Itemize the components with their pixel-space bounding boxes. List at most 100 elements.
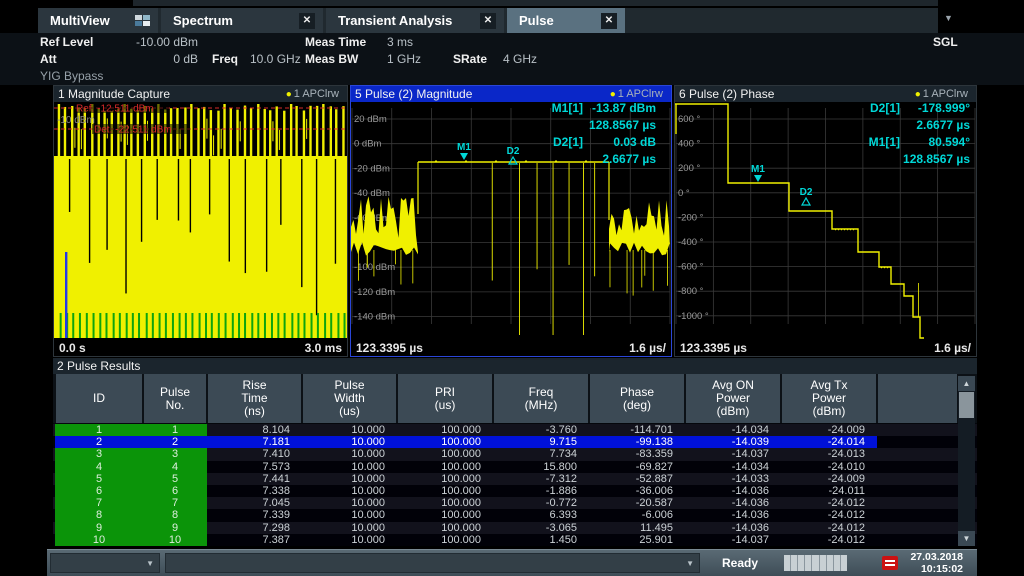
meas-bw-label: Meas BW bbox=[305, 52, 358, 66]
svg-text:-20 dBm: -20 dBm bbox=[354, 163, 390, 174]
tab-spectrum[interactable]: Spectrum✕ bbox=[161, 8, 323, 33]
table-cell: 1.450 bbox=[493, 534, 589, 546]
magnitude-capture-axis: 0.0 s 3.0 ms bbox=[54, 339, 347, 356]
svg-text:2.6677 µs: 2.6677 µs bbox=[602, 152, 656, 166]
svg-text:-40 dBm: -40 dBm bbox=[354, 188, 390, 199]
svg-text:20 dBm: 20 dBm bbox=[354, 114, 387, 125]
trace-dot-icon: ● bbox=[915, 89, 921, 100]
table-cell: 9 bbox=[143, 522, 207, 534]
freq-value[interactable]: 10.0 GHz bbox=[250, 52, 301, 66]
table-cell: 8.104 bbox=[207, 424, 302, 436]
x-axis-start: 123.3395 µs bbox=[680, 341, 747, 355]
meas-bw-value[interactable]: 1 GHz bbox=[387, 52, 421, 66]
table-row[interactable]: 10107.38710.000100.0001.45025.901-14.037… bbox=[53, 534, 977, 546]
trace-indicator: ●1 APClrw bbox=[610, 88, 671, 100]
table-cell: -0.772 bbox=[493, 497, 589, 509]
table-cell: -14.036 bbox=[685, 509, 781, 521]
att-value[interactable]: 0 dB bbox=[100, 52, 198, 66]
table-cell: -14.034 bbox=[685, 461, 781, 473]
tab-label: Pulse bbox=[515, 13, 593, 28]
svg-text:-400 °: -400 ° bbox=[678, 237, 704, 248]
status-message-field[interactable]: ▼ bbox=[165, 553, 700, 573]
scroll-up-button[interactable]: ▲ bbox=[958, 376, 975, 391]
scroll-down-button[interactable]: ▼ bbox=[958, 531, 975, 546]
svg-text:0.03 dB: 0.03 dB bbox=[613, 135, 656, 149]
table-cell: 10 bbox=[143, 534, 207, 546]
column-header[interactable]: Phase (deg) bbox=[590, 374, 684, 423]
column-header[interactable]: ID bbox=[56, 374, 142, 423]
table-cell: 7.339 bbox=[207, 509, 302, 521]
table-cell: 10.000 bbox=[302, 522, 397, 534]
table-cell: 7.441 bbox=[207, 473, 302, 485]
meas-time-value[interactable]: 3 ms bbox=[387, 35, 413, 49]
table-cell: 7.573 bbox=[207, 461, 302, 473]
table-cell: -14.036 bbox=[685, 497, 781, 509]
table-scrollbar[interactable]: ▲ ▼ bbox=[958, 376, 975, 546]
meas-time-label: Meas Time bbox=[305, 35, 366, 49]
table-cell: 2 bbox=[55, 436, 143, 448]
table-row[interactable]: 667.33810.000100.000-1.886-36.006-14.036… bbox=[53, 485, 977, 497]
column-header[interactable]: Rise Time (ns) bbox=[208, 374, 301, 423]
srate-value[interactable]: 4 GHz bbox=[503, 52, 537, 66]
table-row[interactable]: 118.10410.000100.000-3.760-114.701-14.03… bbox=[53, 424, 977, 436]
column-header[interactable]: Pulse Width (us) bbox=[303, 374, 396, 423]
table-cell: -7.312 bbox=[493, 473, 589, 485]
table-cell: 5 bbox=[55, 473, 143, 485]
table-row[interactable]: 997.29810.000100.000-3.06511.495-14.036-… bbox=[53, 522, 977, 534]
table-row[interactable]: 887.33910.000100.0006.393-6.006-14.036-2… bbox=[53, 509, 977, 521]
table-cell: -24.011 bbox=[781, 485, 877, 497]
svg-text:80.594°: 80.594° bbox=[928, 135, 970, 149]
tab-close-icon[interactable]: ✕ bbox=[480, 13, 496, 29]
table-cell: 100.000 bbox=[397, 436, 493, 448]
column-header[interactable]: Pulse No. bbox=[144, 374, 206, 423]
srate-label: SRate bbox=[453, 52, 487, 66]
chevron-down-icon: ▼ bbox=[686, 559, 694, 568]
table-row[interactable]: 777.04510.000100.000-0.772-20.587-14.036… bbox=[53, 497, 977, 509]
table-cell: 11.495 bbox=[589, 522, 685, 534]
panel-magnitude-capture-titlebar[interactable]: 1 Magnitude Capture ●1 APClrw bbox=[54, 86, 347, 102]
ref-level-value[interactable]: -10.00 dBm bbox=[100, 35, 198, 49]
svg-text:M1[1]: M1[1] bbox=[552, 102, 583, 115]
svg-text:D2[1]: D2[1] bbox=[553, 135, 583, 149]
tab-overflow-icon[interactable]: ▼ bbox=[944, 13, 953, 23]
table-cell: -14.036 bbox=[685, 522, 781, 534]
tab-close-icon[interactable]: ✕ bbox=[601, 13, 617, 29]
svg-text:-100 dBm: -100 dBm bbox=[354, 262, 395, 273]
table-cell: -114.701 bbox=[589, 424, 685, 436]
table-row[interactable]: 447.57310.000100.00015.800-69.827-14.034… bbox=[53, 461, 977, 473]
tab-pulse[interactable]: Pulse ✕ bbox=[507, 8, 625, 33]
tab-multiview[interactable]: MultiView bbox=[38, 8, 158, 33]
scrollbar-thumb[interactable] bbox=[959, 392, 974, 418]
table-row[interactable]: 337.41010.000100.0007.734-83.359-14.037-… bbox=[53, 448, 977, 460]
x-axis-end: 3.0 ms bbox=[305, 341, 342, 355]
panel-pulse-phase-titlebar[interactable]: 6 Pulse (2) Phase ●1 APClrw bbox=[675, 86, 976, 102]
table-cell: -14.036 bbox=[685, 485, 781, 497]
table-cell: -1.886 bbox=[493, 485, 589, 497]
table-titlebar[interactable]: 2 Pulse Results bbox=[53, 358, 977, 374]
table-cell: -6.006 bbox=[589, 509, 685, 521]
column-header[interactable]: Freq (MHz) bbox=[494, 374, 588, 423]
table-cell: 100.000 bbox=[397, 461, 493, 473]
panel-pulse-magnitude-titlebar[interactable]: 5 Pulse (2) Magnitude ●1 APClrw bbox=[351, 86, 671, 102]
ready-status: Ready bbox=[722, 556, 758, 570]
column-header[interactable]: PRI (us) bbox=[398, 374, 492, 423]
time-value: 10:15:02 bbox=[910, 564, 963, 576]
column-header[interactable]: Avg Tx Power (dBm) bbox=[782, 374, 876, 423]
table-cell: -14.037 bbox=[685, 448, 781, 460]
tab-transient-analysis[interactable]: Transient Analysis✕ bbox=[326, 8, 504, 33]
tab-close-icon[interactable]: ✕ bbox=[299, 13, 315, 29]
status-dropdown-left[interactable]: ▼ bbox=[50, 553, 160, 573]
table-rows: 118.10410.000100.000-3.760-114.701-14.03… bbox=[53, 424, 977, 546]
table-row[interactable]: 227.18110.000100.0009.715-99.138-14.039-… bbox=[53, 436, 977, 448]
table-row[interactable]: 557.44110.000100.000-7.312-52.887-14.033… bbox=[53, 473, 977, 485]
table-cell: 10.000 bbox=[302, 509, 397, 521]
instrument-screen: MultiViewSpectrum✕Transient Analysis✕Pul… bbox=[0, 0, 1024, 576]
panel-magnitude-capture: 1 Magnitude Capture ●1 APClrw Ref. -12.5… bbox=[53, 85, 348, 357]
table-cell: 100.000 bbox=[397, 534, 493, 546]
pulse-magnitude-axis: 123.3395 µs 1.6 µs/ bbox=[351, 339, 671, 356]
column-header[interactable]: Avg ON Power (dBm) bbox=[686, 374, 780, 423]
svg-text:-120 dBm: -120 dBm bbox=[354, 287, 395, 298]
table-cell: 100.000 bbox=[397, 485, 493, 497]
svg-text:D2: D2 bbox=[800, 187, 813, 198]
table-cell: -24.012 bbox=[781, 534, 877, 546]
